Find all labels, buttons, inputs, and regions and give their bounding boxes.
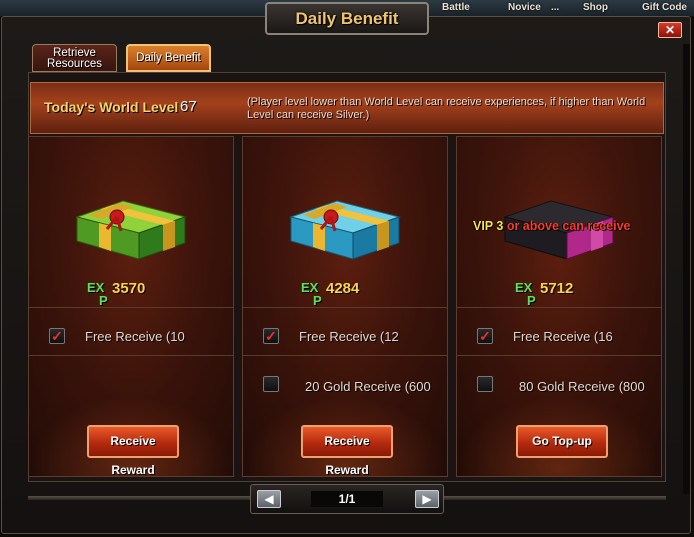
exp-label: EX P	[515, 280, 536, 308]
chevron-right-icon: ▶	[422, 492, 432, 506]
world-level-note: (Player level lower than World Level can…	[247, 96, 646, 121]
topnav-battle[interactable]: Battle	[442, 0, 470, 16]
window-scrollbar[interactable]	[683, 44, 690, 494]
topnav-novice[interactable]: Novice	[508, 0, 541, 16]
receive-reward-button[interactable]: Receive Reward	[301, 425, 393, 476]
pager: ◀ 1/1 ▶	[250, 484, 444, 514]
green-gift-box-icon	[75, 200, 187, 260]
window-title: Daily Benefit	[265, 2, 429, 35]
vip-requirement-text: VIP 3 or above can receive	[473, 219, 631, 233]
panel-divider	[457, 355, 661, 356]
gold-receive-label: 80 Gold Receive (800	[519, 379, 645, 394]
tab-daily-benefit[interactable]: Daily Benefit	[126, 44, 211, 72]
free-receive-checkbox[interactable]: ✓	[263, 328, 279, 344]
gold-receive-label: 20 Gold Receive (600	[305, 379, 431, 394]
panel-divider	[457, 307, 661, 308]
reward-panel-2: EX P 4284 ✓ Free Receive (12 20 Gold Rec…	[242, 136, 448, 477]
receive-reward-button[interactable]: Receive Reward	[87, 425, 179, 476]
close-button[interactable]: ✕	[658, 22, 682, 38]
exp-value: 4284	[326, 280, 360, 297]
gold-receive-checkbox[interactable]	[477, 376, 493, 392]
reward-panel-3: VIP 3 or above can receive EX P 5712 ✓ F…	[456, 136, 662, 477]
gold-receive-checkbox[interactable]	[263, 376, 279, 392]
topnav-shop[interactable]: Shop	[583, 0, 608, 16]
blue-gift-box-icon	[289, 200, 401, 260]
exp-value: 3570	[112, 280, 146, 297]
world-level-label: Today's World Level	[44, 99, 179, 115]
reward-panel-1: EX P 3570 ✓ Free Receive (10 Receive Rew…	[28, 136, 234, 477]
free-receive-label: Free Receive (10	[85, 329, 185, 344]
free-receive-label: Free Receive (16	[513, 329, 613, 344]
panel-divider	[243, 355, 447, 356]
prev-page-button[interactable]: ◀	[257, 490, 281, 508]
free-receive-label: Free Receive (12	[299, 329, 399, 344]
page-indicator: 1/1	[311, 491, 383, 507]
chevron-left-icon: ◀	[264, 492, 274, 506]
panel-divider	[243, 307, 447, 308]
exp-value: 5712	[540, 280, 574, 297]
next-page-button[interactable]: ▶	[415, 490, 439, 508]
exp-label: EX P	[87, 280, 108, 308]
panel-divider	[29, 307, 233, 308]
go-top-up-button[interactable]: Go Top-up	[516, 425, 608, 458]
tab-retrieve-resources[interactable]: Retrieve Resources	[32, 44, 117, 72]
topnav-partial[interactable]: ...	[551, 0, 559, 16]
free-receive-checkbox[interactable]: ✓	[49, 328, 65, 344]
panel-divider	[29, 355, 233, 356]
topnav-gift-code[interactable]: Gift Code	[642, 0, 687, 16]
exp-label: EX P	[301, 280, 322, 308]
world-level-value: 67	[180, 98, 197, 115]
free-receive-checkbox[interactable]: ✓	[477, 328, 493, 344]
